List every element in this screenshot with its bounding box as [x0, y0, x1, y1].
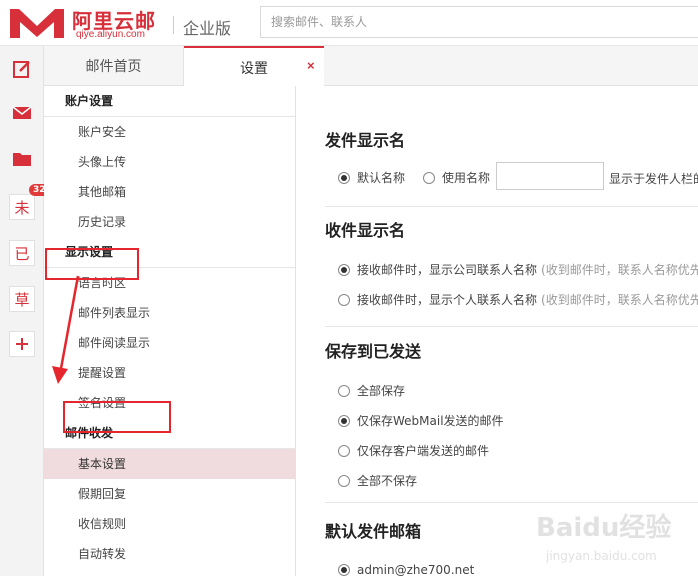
add-folder-button[interactable]: [9, 331, 35, 357]
custom-name-suffix: 显示于发件人栏的: [609, 172, 698, 186]
radio-unchecked-icon[interactable]: [338, 293, 350, 306]
section-title-save-sent: 保存到已发送: [325, 342, 422, 361]
annotation-arrow: [52, 275, 80, 384]
sent-folder[interactable]: 已: [7, 238, 37, 268]
mail-icon[interactable]: [7, 98, 37, 128]
radio-unchecked-icon[interactable]: [338, 474, 350, 487]
radio-default-name[interactable]: 默认名称: [338, 169, 405, 186]
radio-custom-name[interactable]: 使用名称: [423, 169, 490, 186]
radio-label: 仅保存客户端发送的邮件: [357, 444, 490, 458]
divider: [325, 326, 698, 327]
icon-rail: 未 32 已 草: [0, 46, 50, 576]
nav-item-filter-rules[interactable]: 收信规则: [44, 509, 295, 539]
nav-item-avatar-upload[interactable]: 头像上传: [44, 147, 295, 177]
radio-label: 仅保存WebMail发送的邮件: [357, 414, 504, 428]
radio-save-client[interactable]: 仅保存客户端发送的邮件: [338, 442, 489, 459]
draft-folder[interactable]: 草: [7, 284, 37, 314]
section-title-sender-name: 发件显示名: [325, 131, 406, 150]
radio-label: admin@zhe700.net: [357, 563, 475, 576]
plus-icon[interactable]: [7, 329, 37, 359]
logo-divider: [173, 16, 174, 34]
radio-label: 使用名称: [442, 171, 491, 185]
annotation-box-signature-settings: [63, 401, 171, 433]
radio-checked-icon[interactable]: [338, 263, 350, 276]
aliyun-mail-logo[interactable]: [8, 6, 66, 40]
radio-label: 接收邮件时，显示公司联系人名称: [357, 263, 538, 277]
nav-item-vacation-reply[interactable]: 假期回复: [44, 479, 295, 509]
search-input[interactable]: [261, 7, 698, 37]
section-title-receiver-name: 收件显示名: [325, 221, 406, 240]
unread-folder[interactable]: 未 32: [7, 184, 50, 222]
sent-label: 已: [9, 240, 35, 266]
radio-unchecked-icon[interactable]: [338, 444, 350, 457]
nav-item-other-mailbox[interactable]: 其他邮箱: [44, 177, 295, 207]
custom-name-input[interactable]: [496, 162, 604, 190]
draft-label: 草: [9, 286, 35, 312]
radio-hint: (收到邮件时，联系人名称优先: [541, 263, 698, 277]
radio-label: 默认名称: [357, 171, 406, 185]
radio-checked-icon[interactable]: [338, 414, 350, 427]
folder-icon[interactable]: [7, 144, 37, 174]
section-title-default-sender: 默认发件邮箱: [325, 522, 422, 541]
radio-save-webmail[interactable]: 仅保存WebMail发送的邮件: [338, 412, 504, 429]
tab-mail-home[interactable]: 邮件首页: [44, 46, 184, 86]
radio-label: 全部保存: [357, 384, 406, 398]
compose-icon[interactable]: [7, 54, 37, 84]
radio-default-sender-email[interactable]: admin@zhe700.net: [338, 563, 474, 576]
divider: [325, 206, 698, 207]
tab-settings[interactable]: 设置: [184, 46, 324, 87]
radio-checked-icon[interactable]: [338, 564, 350, 576]
nav-item-basic-settings[interactable]: 基本设置: [44, 449, 295, 479]
unread-label: 未: [9, 194, 35, 220]
watermark-brand: Baidu经验: [536, 512, 671, 543]
app-header: 阿里云邮 qiye.aliyun.com 企业版: [0, 0, 698, 46]
radio-label: 接收邮件时，显示个人联系人名称: [357, 293, 538, 307]
radio-save-none[interactable]: 全部不保存: [338, 472, 417, 489]
nav-item-history[interactable]: 历史记录: [44, 207, 295, 237]
edition-label: 企业版: [183, 19, 232, 38]
radio-unchecked-icon[interactable]: [423, 171, 435, 184]
radio-save-all[interactable]: 全部保存: [338, 382, 405, 399]
radio-label: 全部不保存: [357, 474, 418, 488]
logo-subtext: qiye.aliyun.com: [76, 29, 145, 40]
nav-item-auto-forward[interactable]: 自动转发: [44, 539, 295, 569]
tab-bar: 邮件首页 设置 ×: [44, 46, 698, 87]
watermark-url: jingyan.baidu.com: [545, 549, 657, 563]
radio-company-contact-name[interactable]: 接收邮件时，显示公司联系人名称 (收到邮件时，联系人名称优先: [338, 261, 698, 278]
radio-hint: (收到邮件时，联系人名称优先: [541, 293, 698, 307]
baidu-jingyan-watermark: Baidu经验 jingyan.baidu.com: [536, 512, 671, 563]
search-box[interactable]: [260, 6, 698, 38]
nav-group-account: 账户设置: [65, 94, 114, 108]
close-icon[interactable]: ×: [307, 58, 315, 73]
radio-checked-icon[interactable]: [338, 171, 350, 184]
radio-personal-contact-name[interactable]: 接收邮件时，显示个人联系人名称 (收到邮件时，联系人名称优先: [338, 291, 698, 308]
radio-unchecked-icon[interactable]: [338, 384, 350, 397]
nav-item-account-security[interactable]: 账户安全: [44, 117, 295, 147]
